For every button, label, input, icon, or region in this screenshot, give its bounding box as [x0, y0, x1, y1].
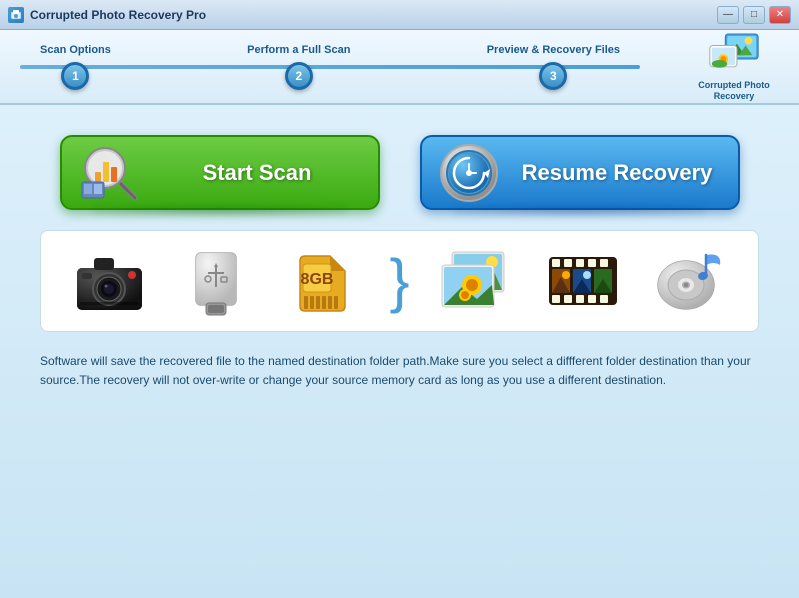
photos-icon	[436, 246, 516, 316]
step2-label: Perform a Full Scan	[247, 44, 350, 56]
svg-text:8GB: 8GB	[301, 271, 334, 288]
wizard-steps: Scan Options 1 Perform a Full Scan 2 Pre…	[20, 44, 640, 90]
camera-icon	[69, 246, 149, 316]
resume-recovery-button[interactable]: Resume Recovery	[420, 135, 740, 210]
resume-icon	[437, 140, 502, 205]
logo-text: Corrupted Photo Recovery	[698, 80, 770, 102]
wizard-step-1: Scan Options 1	[40, 44, 111, 90]
media-icons-box: 8GB }	[40, 230, 759, 332]
resume-recovery-label: Resume Recovery	[512, 160, 723, 186]
wizard-step-2: Perform a Full Scan 2	[247, 44, 350, 90]
app-title: Corrupted Photo Recovery Pro	[30, 8, 206, 22]
close-button[interactable]: ✕	[769, 6, 791, 24]
window-controls: — □ ✕	[717, 6, 791, 24]
step1-circle: 1	[61, 62, 89, 90]
titlebar-left: Corrupted Photo Recovery Pro	[8, 7, 206, 23]
step2-circle: 2	[285, 62, 313, 90]
usb-drive-icon	[176, 246, 256, 316]
step3-circle: 3	[539, 62, 567, 90]
step3-label: Preview & Recovery Files	[487, 44, 620, 56]
sd-card-icon: 8GB	[283, 246, 363, 316]
step1-label: Scan Options	[40, 44, 111, 56]
minimize-button[interactable]: —	[717, 6, 739, 24]
start-scan-button[interactable]: Start Scan	[60, 135, 380, 210]
main-content: Start Scan	[0, 105, 799, 598]
maximize-button[interactable]: □	[743, 6, 765, 24]
titlebar: Corrupted Photo Recovery Pro — □ ✕	[0, 0, 799, 30]
audio-icon	[650, 246, 730, 316]
brace-separator: }	[389, 251, 409, 311]
scan-icon	[77, 140, 142, 205]
buttons-row: Start Scan	[40, 135, 759, 210]
app-logo: Corrupted Photo Recovery	[689, 32, 779, 102]
film-strip-icon	[543, 246, 623, 316]
info-text: Software will save the recovered file to…	[40, 352, 759, 390]
wizard-step-3: Preview & Recovery Files 3	[487, 44, 620, 90]
app-icon	[8, 7, 24, 23]
start-scan-label: Start Scan	[152, 160, 363, 186]
wizard-bar: Scan Options 1 Perform a Full Scan 2 Pre…	[0, 30, 799, 105]
